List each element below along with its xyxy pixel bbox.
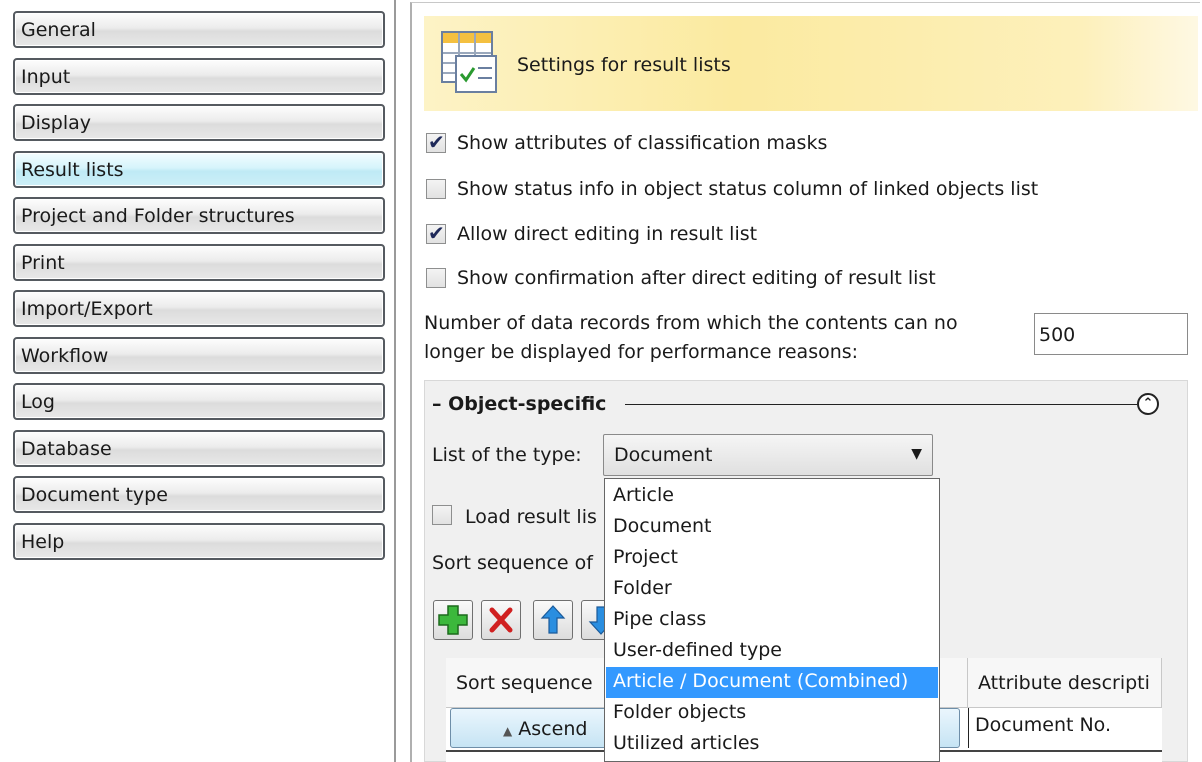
checkbox[interactable] (426, 268, 446, 288)
list-type-value: Document (614, 444, 713, 466)
delete-button[interactable] (481, 600, 521, 640)
nav-project-folder-structures[interactable]: Project and Folder structures (13, 197, 385, 234)
list-type-select[interactable]: Document ▼ (603, 434, 933, 476)
dropdown-option[interactable]: Project (606, 543, 938, 574)
checkmark-icon: ✔ (428, 221, 445, 245)
dropdown-option[interactable]: Article (606, 481, 938, 512)
option-label: Show attributes of classification masks (457, 132, 828, 154)
nav-document-type[interactable]: Document type (13, 476, 385, 513)
checkbox[interactable]: ✔ (426, 130, 446, 154)
load-result-list-label: Load result lis (465, 506, 597, 528)
sort-ascending-icon: ▲ (503, 724, 513, 738)
nav-help[interactable]: Help (13, 523, 385, 560)
object-specific-title[interactable]: – Object-specific (432, 393, 606, 415)
checkmark-icon: ✔ (428, 130, 445, 154)
option-label: Show status info in object status column… (457, 178, 1039, 200)
table-check-icon (441, 31, 497, 93)
sort-sequence-label: Sort sequence of (432, 552, 593, 574)
option-label: Show confirmation after direct editing o… (457, 267, 936, 289)
performance-label-line1: Number of data records from which the co… (424, 312, 958, 334)
option-label: Allow direct editing in result list (457, 223, 758, 245)
dropdown-option[interactable]: Pipe class (606, 605, 938, 636)
sort-direction-label: Ascend (518, 718, 588, 740)
dropdown-option[interactable]: Document (606, 512, 938, 543)
checkbox[interactable] (426, 179, 446, 199)
nav-log[interactable]: Log (13, 383, 385, 420)
move-up-button[interactable] (533, 600, 573, 640)
collapse-icon[interactable]: ⌃ (1137, 393, 1159, 415)
col-header-attribute-description[interactable]: Attribute descripti (968, 658, 1162, 708)
page-title: Settings for result lists (517, 54, 731, 76)
nav-print[interactable]: Print (13, 244, 385, 281)
nav-display[interactable]: Display (13, 104, 385, 141)
dropdown-arrow-icon: ▼ (911, 446, 922, 462)
attribute-cell[interactable]: Document No. (968, 708, 1158, 748)
add-button[interactable] (433, 600, 473, 640)
dropdown-option[interactable]: Folder (606, 574, 938, 605)
nav-general[interactable]: General (13, 11, 385, 48)
performance-threshold-input[interactable]: 500 (1034, 313, 1188, 355)
dropdown-option[interactable]: Utilized articles (606, 729, 938, 760)
settings-nav-panel: General Input Display Result lists Proje… (0, 0, 396, 762)
group-divider (625, 404, 1137, 405)
checkbox[interactable]: ✔ (426, 221, 446, 245)
nav-input[interactable]: Input (13, 58, 385, 95)
nav-result-lists[interactable]: Result lists (13, 151, 385, 188)
nav-workflow[interactable]: Workflow (13, 337, 385, 374)
move-up-icon (540, 605, 566, 634)
performance-label: Number of data records from which the co… (424, 309, 1024, 367)
dropdown-option-highlighted[interactable]: Article / Document (Combined) (606, 667, 938, 698)
dropdown-option[interactable]: Folder objects (606, 698, 938, 729)
list-type-label: List of the type: (432, 444, 582, 466)
nav-database[interactable]: Database (13, 430, 385, 467)
settings-header: Settings for result lists (424, 16, 1198, 111)
dropdown-option[interactable]: User-defined type (606, 636, 938, 667)
performance-label-line2: longer be displayed for performance reas… (424, 341, 859, 363)
nav-import-export[interactable]: Import/Export (13, 290, 385, 327)
delete-icon (489, 607, 513, 633)
group-title-text: Object-specific (448, 393, 607, 415)
add-icon (438, 605, 468, 635)
list-type-dropdown: Article Document Project Folder Pipe cla… (604, 478, 940, 762)
load-result-list-checkbox[interactable] (432, 505, 452, 525)
